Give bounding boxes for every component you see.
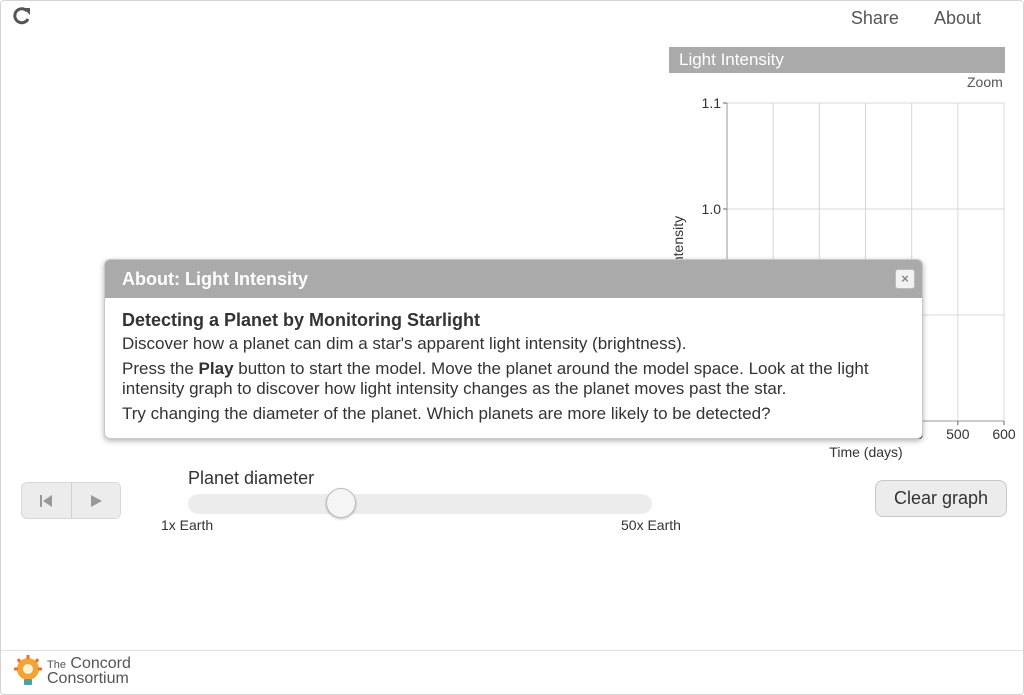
y-tick-label: 1.0	[702, 201, 722, 217]
graph-title: Light Intensity	[669, 47, 1005, 73]
about-dialog: About: Light Intensity × Detecting a Pla…	[104, 259, 923, 439]
slider-min-label: 1x Earth	[161, 517, 214, 533]
dialog-p2-post: button to start the model. Move the plan…	[122, 359, 869, 398]
slider-handle[interactable]	[326, 488, 357, 518]
footer-divider	[1, 650, 1023, 651]
x-tick-label: 500	[946, 426, 970, 442]
top-nav: Share About	[839, 8, 993, 29]
play-icon	[90, 494, 102, 507]
playback-controls	[21, 482, 121, 519]
dialog-paragraph-3: Try changing the diameter of the planet.…	[122, 404, 771, 423]
dialog-p2-pre: Press the	[122, 359, 199, 378]
x-axis-label: Time (days)	[829, 444, 902, 460]
planet-diameter-slider[interactable]	[188, 494, 652, 514]
logo-text-consortium: Consortium	[47, 670, 129, 687]
reset-icon	[40, 494, 53, 507]
y-tick-label: 1.1	[702, 95, 722, 111]
y-axis-label: ntensity	[670, 216, 686, 264]
about-link[interactable]: About	[922, 8, 993, 29]
dialog-paragraph-2: Press the Play button to start the model…	[122, 359, 905, 399]
dialog-heading: Detecting a Planet by Monitoring Starlig…	[122, 310, 481, 330]
dialog-titlebar[interactable]: About: Light Intensity ×	[105, 260, 922, 298]
concord-logo[interactable]: The Concord Consortium	[11, 654, 131, 688]
interactive-frame: Share About Light Intensity Zoom 1.11.00…	[0, 0, 1024, 695]
reload-icon[interactable]	[11, 5, 33, 27]
close-icon[interactable]: ×	[895, 269, 915, 289]
dialog-paragraph-1: Discover how a planet can dim a star's a…	[122, 334, 687, 353]
x-tick-label: 600	[992, 426, 1016, 442]
slider-max-label: 50x Earth	[621, 517, 681, 533]
dialog-title: About: Light Intensity	[122, 269, 308, 289]
lightbulb-logo-icon	[14, 655, 42, 685]
share-link[interactable]: Share	[839, 8, 911, 29]
play-button[interactable]	[70, 483, 121, 518]
dialog-body: Detecting a Planet by Monitoring Starlig…	[105, 298, 922, 424]
dialog-p2-play: Play	[198, 359, 234, 378]
clear-graph-button[interactable]: Clear graph	[875, 480, 1007, 517]
planet-diameter-label: Planet diameter	[188, 468, 315, 488]
reset-button[interactable]	[22, 483, 71, 518]
